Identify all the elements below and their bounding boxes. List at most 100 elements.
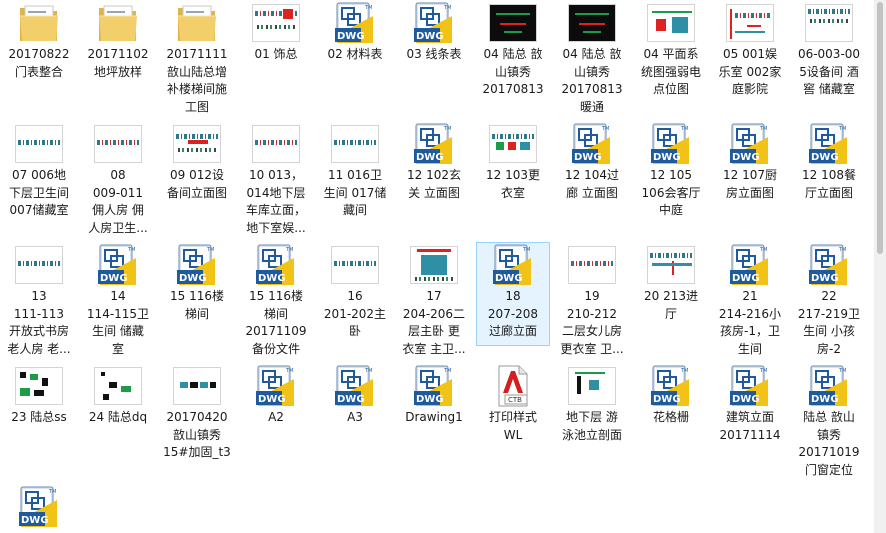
file-item[interactable]: DWG TM (2, 484, 76, 531)
file-item[interactable]: 地下层 游 泳池立剖面 (555, 363, 629, 445)
file-item[interactable]: 24 陆总dq (81, 363, 155, 428)
file-item[interactable]: DWG TM 陆总 敨山 镇秀 20171019 门窗定位 (792, 363, 866, 480)
svg-text:DWG: DWG (258, 273, 286, 284)
file-item[interactable]: 23 陆总ss (2, 363, 76, 428)
svg-text:DWG: DWG (416, 152, 444, 163)
dwg-file-icon: DWG TM (722, 123, 778, 165)
svg-text:DWG: DWG (811, 152, 839, 163)
scrollbar-thumb[interactable] (877, 2, 883, 254)
file-item[interactable]: DWG TM 12 107厨 房立面图 (713, 121, 787, 203)
file-item[interactable]: 01 饰总 (239, 0, 313, 65)
file-item[interactable]: 20 213进 厅 (634, 242, 708, 324)
file-item[interactable]: 10 013， 014地下层 车库立面， 地下室娱... (239, 121, 313, 238)
file-name-label: 陆总 敨山 镇秀 20171019 门窗定位 (798, 410, 860, 477)
drawing-thumbnail-icon (169, 123, 225, 165)
file-name-label: 20 213进 厅 (644, 289, 698, 321)
file-item[interactable]: DWG TM Drawing1 (397, 363, 471, 428)
vertical-scrollbar[interactable] (874, 0, 886, 533)
file-name-label: 03 线条表 (406, 47, 462, 61)
file-item[interactable]: 13 111-113 开放式书房 老人房 老... (2, 242, 76, 359)
dwg-file-icon: DWG TM (643, 123, 699, 165)
file-name-label: 18 207-208 过廊立面 (487, 289, 539, 338)
file-item[interactable]: DWG TM 22 217-219卫 生间 小孩 房-2 (792, 242, 866, 359)
file-item[interactable]: 04 陆总 敨 山镇秀 20170813 暖通 (555, 0, 629, 117)
file-item[interactable]: 04 陆总 敨 山镇秀 20170813 (476, 0, 550, 100)
file-item[interactable]: DWG TM 02 材料表 (318, 0, 392, 65)
svg-text:TM: TM (285, 368, 293, 374)
drawing-thumbnail-icon (169, 365, 225, 407)
file-item[interactable]: DWG TM 03 线条表 (397, 0, 471, 65)
svg-text:DWG: DWG (100, 273, 128, 284)
dwg-file-icon: DWG TM (801, 365, 857, 407)
file-item[interactable]: DWG TM A3 (318, 363, 392, 428)
svg-text:DWG: DWG (732, 273, 760, 284)
file-item[interactable]: 20170420 敨山镇秀 15#加固_t3 (160, 363, 234, 463)
file-item[interactable]: DWG TM 21 214-216小 孩房-1，卫 生间 (713, 242, 787, 359)
drawing-thumbnail-icon (11, 244, 67, 286)
dwg-file-icon: DWG TM (11, 486, 67, 528)
svg-text:TM: TM (48, 489, 56, 495)
svg-text:TM: TM (759, 247, 767, 253)
file-item[interactable]: DWG TM 12 104过 廊 立面图 (555, 121, 629, 203)
file-name-label: 13 111-113 开放式书房 老人房 老... (7, 289, 71, 356)
file-item[interactable]: 07 006地 下层卫生间 007储藏室 (2, 121, 76, 221)
file-item[interactable]: 20171102 地坪放样 (81, 0, 155, 82)
svg-text:TM: TM (680, 126, 688, 132)
file-name-label: 06-003-00 5设备间 酒 窖 储藏室 (797, 47, 861, 96)
file-item[interactable]: 11 016卫 生间 017储 藏间 (318, 121, 392, 221)
folder-icon (169, 2, 225, 44)
file-name-label: 打印样式 WL (488, 410, 537, 442)
folder-icon (11, 2, 67, 44)
dwg-file-icon: DWG TM (327, 2, 383, 44)
file-item[interactable]: DWG TM 15 116楼 梯间 (160, 242, 234, 324)
file-name-label: 10 013， 014地下层 车库立面， 地下室娱... (245, 168, 306, 235)
file-name-label: 12 104过 廊 立面图 (565, 168, 619, 200)
file-name-label: 12 103更 衣室 (486, 168, 540, 200)
file-item[interactable]: 05 001娱 乐室 002家 庭影院 (713, 0, 787, 100)
file-item[interactable]: 06-003-00 5设备间 酒 窖 储藏室 (792, 0, 866, 100)
file-name-label: Drawing1 (405, 410, 463, 424)
file-item[interactable]: 09 012设 备间立面图 (160, 121, 234, 203)
file-name-label: 22 217-219卫 生间 小孩 房-2 (797, 289, 861, 356)
svg-text:TM: TM (680, 368, 688, 374)
svg-text:DWG: DWG (258, 394, 286, 405)
dwg-file-icon: DWG TM (406, 365, 462, 407)
dwg-file-icon: DWG TM (169, 244, 225, 286)
file-item[interactable]: DWG TM 12 108餐 厅立面图 (792, 121, 866, 203)
svg-text:DWG: DWG (21, 515, 49, 526)
ctb-file-icon: CTB (485, 365, 541, 407)
dwg-file-icon: DWG TM (801, 244, 857, 286)
folder-icon (90, 2, 146, 44)
file-item[interactable]: DWG TM A2 (239, 363, 313, 428)
file-item[interactable]: 16 201-202主 卧 (318, 242, 392, 342)
file-name-label: A2 (268, 410, 284, 424)
dwg-file-icon: DWG TM (90, 244, 146, 286)
file-item[interactable]: DWG TM 12 105 106会客厅 中庭 (634, 121, 708, 221)
file-item[interactable]: 04 平面系 统图强弱电 点位图 (634, 0, 708, 100)
file-name-label: 11 016卫 生间 017储 藏间 (323, 168, 387, 217)
file-name-label: A3 (347, 410, 363, 424)
drawing-thumbnail-icon (11, 123, 67, 165)
file-item[interactable]: 17 204-206二 层主卧 更 衣室 主卫... (397, 242, 471, 359)
file-item[interactable]: 20171111 敨山陆总增 补楼梯间施 工图 (160, 0, 234, 117)
file-item[interactable]: DWG TM 花格栅 (634, 363, 708, 428)
file-item[interactable]: DWG TM 12 102玄 关 立面图 (397, 121, 471, 203)
file-name-label: 20171111 敨山陆总增 补楼梯间施 工图 (166, 47, 228, 114)
file-name-label: 19 210-212 二层女儿房 更衣室 卫... (560, 289, 624, 356)
drawing-thumbnail-icon (564, 2, 620, 44)
file-item[interactable]: 20170822 门表整合 (2, 0, 76, 82)
file-item[interactable]: 08 009-011 佣人房 佣 人房卫生... (81, 121, 155, 238)
file-name-label: 04 陆总 敨 山镇秀 20170813 暖通 (561, 47, 623, 114)
drawing-thumbnail-icon (643, 2, 699, 44)
svg-text:TM: TM (522, 247, 530, 253)
file-item[interactable]: DWG TM 15 116楼 梯间 20171109 备份文件 (239, 242, 313, 359)
file-item[interactable]: DWG TM 18 207-208 过廊立面 (476, 242, 550, 346)
file-item[interactable]: DWG TM 建筑立面 20171114 (713, 363, 787, 445)
svg-text:DWG: DWG (653, 394, 681, 405)
file-item[interactable]: DWG TM 14 114-115卫 生间 储藏 室 (81, 242, 155, 359)
file-item[interactable]: 12 103更 衣室 (476, 121, 550, 203)
svg-text:DWG: DWG (653, 152, 681, 163)
file-item[interactable]: 19 210-212 二层女儿房 更衣室 卫... (555, 242, 629, 359)
drawing-thumbnail-icon (327, 244, 383, 286)
file-item[interactable]: CTB 打印样式 WL (476, 363, 550, 445)
